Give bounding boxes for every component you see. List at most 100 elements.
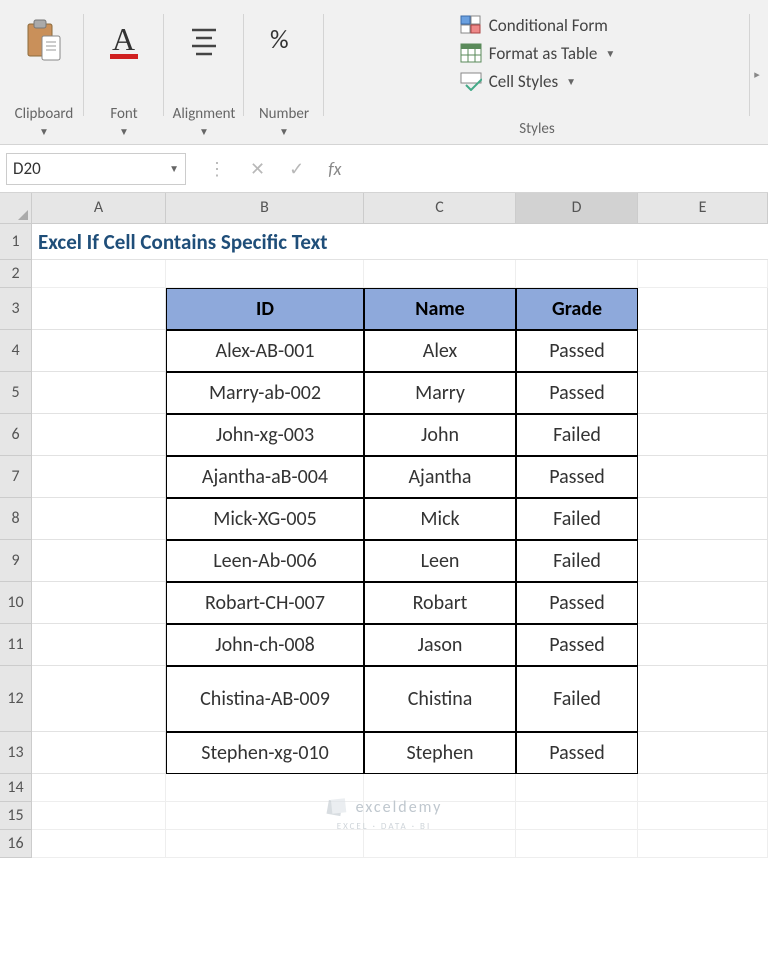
- cell-id[interactable]: Mick-XG-005: [166, 498, 364, 540]
- cell-grade[interactable]: Failed: [516, 498, 638, 540]
- cell-grade[interactable]: Passed: [516, 372, 638, 414]
- row-header[interactable]: 3: [0, 288, 32, 330]
- cell[interactable]: [32, 582, 166, 624]
- cell[interactable]: [32, 540, 166, 582]
- fx-label[interactable]: fx: [328, 158, 341, 180]
- cell[interactable]: [32, 732, 166, 774]
- cell-grade[interactable]: Passed: [516, 732, 638, 774]
- cell[interactable]: [166, 260, 364, 288]
- row-header[interactable]: 15: [0, 802, 32, 830]
- cell[interactable]: [516, 774, 638, 802]
- cell-name[interactable]: Marry: [364, 372, 516, 414]
- select-all-button[interactable]: [0, 193, 32, 223]
- alignment-button[interactable]: [172, 12, 236, 68]
- table-header-id[interactable]: ID: [166, 288, 364, 330]
- row-header[interactable]: 11: [0, 624, 32, 666]
- cell-grade[interactable]: Failed: [516, 666, 638, 732]
- cell-name[interactable]: Jason: [364, 624, 516, 666]
- conditional-formatting-button[interactable]: Conditional Form: [459, 14, 616, 36]
- cell-id[interactable]: Stephen-xg-010: [166, 732, 364, 774]
- name-box[interactable]: D20 ▼: [6, 153, 186, 185]
- cell-grade[interactable]: Passed: [516, 624, 638, 666]
- col-header-a[interactable]: A: [32, 193, 166, 223]
- cell[interactable]: [638, 540, 768, 582]
- cell[interactable]: [638, 372, 768, 414]
- row-header[interactable]: 14: [0, 774, 32, 802]
- cell-id[interactable]: John-ch-008: [166, 624, 364, 666]
- dots-icon[interactable]: ⋮: [208, 158, 226, 180]
- row-header[interactable]: 13: [0, 732, 32, 774]
- cell[interactable]: [364, 260, 516, 288]
- cell-grade[interactable]: Passed: [516, 456, 638, 498]
- cell[interactable]: [638, 830, 768, 858]
- col-header-e[interactable]: E: [638, 193, 768, 223]
- cell[interactable]: [638, 330, 768, 372]
- font-button[interactable]: A: [92, 12, 156, 68]
- chevron-down-icon[interactable]: ▼: [169, 162, 179, 175]
- cell-name[interactable]: Chistina: [364, 666, 516, 732]
- cell[interactable]: [32, 666, 166, 732]
- cell-name[interactable]: John: [364, 414, 516, 456]
- col-header-c[interactable]: C: [364, 193, 516, 223]
- cell-grade[interactable]: Passed: [516, 330, 638, 372]
- cell[interactable]: [32, 802, 166, 830]
- cell[interactable]: [32, 260, 166, 288]
- row-header[interactable]: 9: [0, 540, 32, 582]
- cell-name[interactable]: Mick: [364, 498, 516, 540]
- cell-name[interactable]: Leen: [364, 540, 516, 582]
- col-header-d[interactable]: D: [516, 193, 638, 223]
- format-as-table-button[interactable]: Format as Table ▼: [459, 42, 616, 64]
- row-header[interactable]: 4: [0, 330, 32, 372]
- cell[interactable]: [32, 624, 166, 666]
- cell-grade[interactable]: Failed: [516, 414, 638, 456]
- cell[interactable]: [638, 456, 768, 498]
- chevron-down-icon[interactable]: ▼: [279, 125, 289, 138]
- cell-id[interactable]: Robart-CH-007: [166, 582, 364, 624]
- cell-id[interactable]: Alex-AB-001: [166, 330, 364, 372]
- ribbon-expand[interactable]: ▸: [750, 8, 764, 140]
- cell[interactable]: [638, 498, 768, 540]
- cell[interactable]: [32, 456, 166, 498]
- cell[interactable]: [32, 372, 166, 414]
- formula-input[interactable]: [349, 153, 768, 185]
- cell-name[interactable]: Ajantha: [364, 456, 516, 498]
- number-button[interactable]: %: [252, 12, 316, 68]
- cell[interactable]: [32, 830, 166, 858]
- cell-name[interactable]: Stephen: [364, 732, 516, 774]
- enter-icon[interactable]: ✓: [289, 158, 304, 180]
- cell[interactable]: [638, 624, 768, 666]
- row-header[interactable]: 5: [0, 372, 32, 414]
- cell[interactable]: [638, 582, 768, 624]
- cell-styles-button[interactable]: Cell Styles ▼: [459, 70, 616, 92]
- table-header-grade[interactable]: Grade: [516, 288, 638, 330]
- cell[interactable]: [638, 414, 768, 456]
- cancel-icon[interactable]: ✕: [250, 158, 265, 180]
- cell[interactable]: [638, 666, 768, 732]
- cell-grade[interactable]: Failed: [516, 540, 638, 582]
- cell[interactable]: [516, 802, 638, 830]
- row-header[interactable]: 8: [0, 498, 32, 540]
- cell[interactable]: [516, 260, 638, 288]
- cell-name[interactable]: Robart: [364, 582, 516, 624]
- cell-id[interactable]: Leen-Ab-006: [166, 540, 364, 582]
- chevron-down-icon[interactable]: ▼: [199, 125, 209, 138]
- col-header-b[interactable]: B: [166, 193, 364, 223]
- row-header[interactable]: 12: [0, 666, 32, 732]
- cell[interactable]: [364, 830, 516, 858]
- sheet-title[interactable]: Excel If Cell Contains Specific Text: [32, 224, 768, 260]
- cell[interactable]: [32, 330, 166, 372]
- cell[interactable]: [638, 774, 768, 802]
- worksheet-grid[interactable]: A B C D E 1 Excel If Cell Contains Speci…: [0, 193, 768, 858]
- cell[interactable]: [638, 802, 768, 830]
- cell-grade[interactable]: Passed: [516, 582, 638, 624]
- row-header[interactable]: 2: [0, 260, 32, 288]
- cell[interactable]: [638, 732, 768, 774]
- chevron-down-icon[interactable]: ▼: [119, 125, 129, 138]
- cell-id[interactable]: John-xg-003: [166, 414, 364, 456]
- chevron-down-icon[interactable]: ▼: [39, 125, 49, 138]
- row-header[interactable]: 1: [0, 224, 32, 260]
- cell[interactable]: [516, 830, 638, 858]
- cell[interactable]: [638, 260, 768, 288]
- cell[interactable]: [32, 288, 166, 330]
- row-header[interactable]: 7: [0, 456, 32, 498]
